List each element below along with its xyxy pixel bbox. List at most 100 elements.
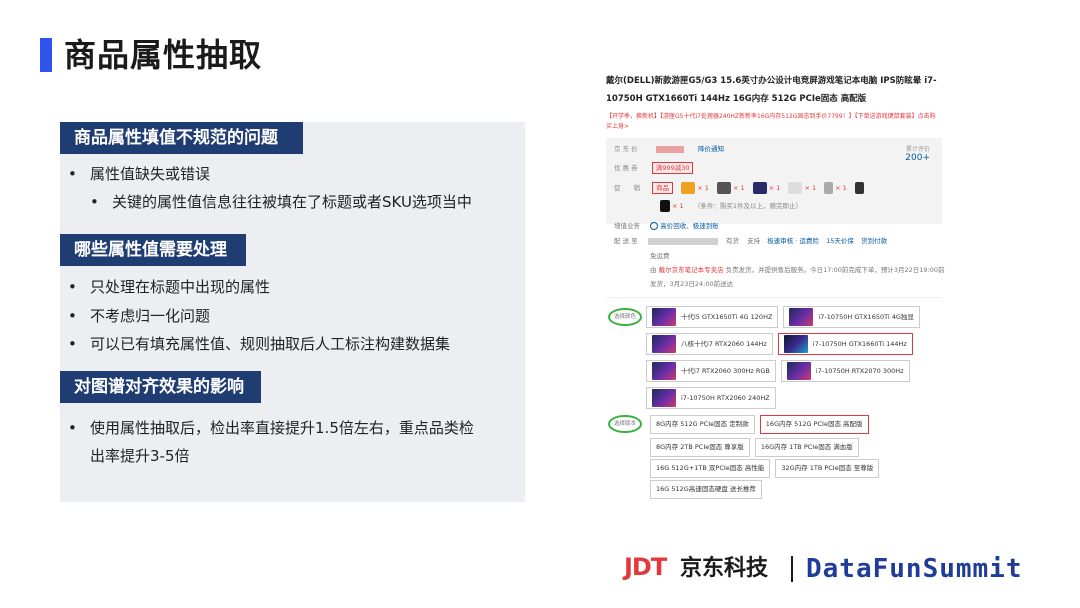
laptop-thumbnail [783, 335, 808, 353]
gift-row-2: × 1 （条件：购买1件及以上，赠完即止） [660, 200, 802, 212]
bullet-dot: • [90, 193, 99, 211]
color-option[interactable]: 十代i5 GTX1650Ti 4G 120HZ [646, 306, 779, 328]
sub-bullet-item: • 关键的属性值信息往往被填在了标题或者SKU选项当中 [90, 191, 472, 213]
delivery-link[interactable]: 15天价保 [826, 237, 854, 245]
gift-row: 促 销 商品 × 1 × 1 × 1 × 1 × 1 [614, 182, 866, 194]
option-label: i7-10750H RTX2060 240HZ [681, 394, 770, 402]
version-option-selected[interactable]: 16G内存 512G PCIe固态 高配版 [759, 415, 869, 434]
color-option-selected[interactable]: i7-10750H GTX1660Ti 144Hz [777, 333, 913, 355]
rating-value[interactable]: 200+ [905, 153, 930, 163]
color-option[interactable]: 八核十代i7 RTX2060 144Hz [646, 333, 773, 355]
version-option[interactable]: 8G内存 2TB PCIe固态 尊享版 [650, 438, 750, 457]
color-options-row: i7-10750H RTX2060 240HZ [646, 387, 776, 409]
address-selector[interactable] [647, 237, 718, 245]
divider [606, 297, 942, 298]
color-option[interactable]: i7-10750H GTX1650Ti 4G独显 [783, 306, 920, 328]
service-icon [650, 222, 659, 230]
option-label: i7-10750H RTX2070 300Hz [815, 367, 904, 375]
bullet-dot: • [68, 165, 77, 183]
datafunsummit-logo: DataFunSummit [806, 554, 1023, 584]
price-notice-link[interactable]: 降价通知 [698, 145, 724, 153]
version-options-row: 16G 512G高速固态硬盘 送长推荐 [650, 480, 762, 499]
color-oval-highlight: 选择颜色 [608, 308, 642, 326]
slide-title: 商品属性抽取 [64, 36, 263, 74]
color-option[interactable]: i7-10750H RTX2060 240HZ [646, 387, 776, 409]
service-row: 增值业务 高价回收、极速到账 [614, 220, 719, 232]
laptop-thumbnail [652, 389, 676, 407]
coupon-label: 优 惠 券 [614, 164, 638, 172]
jdt-logo: JDT [624, 553, 667, 581]
bullet-text: 属性值缺失或错误 [90, 165, 211, 183]
shipping-info: 由 戴尔京东笔记本专卖店 负责发货，并提供售后服务。今日17:00前完成下单，预… [650, 263, 945, 291]
gift-count: × 1 [835, 184, 847, 192]
version-option[interactable]: 32G内存 1TB PCIe固态 至尊版 [775, 459, 880, 478]
bullet-item: • 使用属性抽取后，检出率直接提升1.5倍左右，重点品类检出率提升3-5倍 [68, 414, 488, 470]
bullet-item: • 属性值缺失或错误 [68, 163, 210, 185]
gift-count: × 1 [697, 184, 709, 192]
color-option[interactable]: i7-10750H RTX2070 300Hz [780, 360, 910, 382]
delivery-link[interactable]: 运费险 [800, 237, 820, 245]
price-blurred [655, 145, 684, 153]
logo-divider [791, 556, 793, 582]
version-option[interactable]: 16G 512G高速固态硬盘 送长推荐 [650, 480, 762, 499]
price-box: 京 东 价 降价通知 累计评价 200+ 优 惠 券 满999减30 促 销 商… [606, 138, 942, 224]
price-label: 京 东 价 [614, 145, 638, 153]
bullet-dot: • [68, 278, 77, 296]
bullet-text: 只处理在标题中出现的属性 [90, 278, 271, 296]
color-options-row: 八核十代i7 RTX2060 144Hz i7-10750H GTX1660Ti… [646, 333, 913, 355]
laptop-thumbnail [652, 308, 676, 326]
shop-link[interactable]: 戴尔京东笔记本专卖店 [659, 266, 724, 274]
version-options-row: 8G内存 512G PCIe固态 定制款 16G内存 512G PCIe固态 高… [650, 415, 869, 434]
product-page-screenshot: 戴尔(DELL)新款游匣G5/G3 15.6英寸办公设计电竞屏游戏笔记本电脑 I… [606, 72, 948, 507]
version-option[interactable]: 16G内存 1TB PCIe固态 满血版 [754, 438, 859, 457]
version-options-row: 8G内存 2TB PCIe固态 尊享版 16G内存 1TB PCIe固态 满血版 [650, 438, 859, 457]
rating-label: 累计评价 [905, 146, 930, 153]
color-option[interactable]: 十代i7 RTX2060 300Hz RGB [646, 360, 776, 382]
bullet-item: • 只处理在标题中出现的属性 [68, 276, 270, 298]
color-options-row: 十代i5 GTX1650Ti 4G 120HZ i7-10750H GTX165… [646, 306, 920, 328]
option-label: 十代i5 GTX1650Ti 4G 120HZ [681, 313, 773, 321]
gift-count: × 1 [768, 184, 781, 192]
laptop-thumbnail [789, 308, 814, 326]
version-option[interactable]: 8G内存 512G PCIe固态 定制款 [650, 415, 755, 434]
bullet-dot: • [68, 307, 77, 325]
version-option[interactable]: 16G 512G+1TB 双PCIe固态 高性能 [650, 459, 771, 478]
gift-icon[interactable] [681, 182, 696, 194]
version-oval-highlight: 选择版本 [608, 415, 642, 433]
shipping-free: 免运费 [650, 252, 670, 260]
shipping-text: 由 [650, 266, 657, 274]
laptop-thumbnail [652, 362, 676, 380]
bullet-text: 使用属性抽取后，检出率直接提升1.5倍左右，重点品类检出率提升3-5倍 [90, 419, 474, 465]
gift-icon[interactable] [716, 182, 731, 194]
delivery-link[interactable]: 货到付款 [861, 237, 887, 245]
coupon-badge[interactable]: 满999减30 [651, 162, 694, 174]
service-label: 增值业务 [614, 222, 640, 230]
section-header-1: 商品属性填值不规范的问题 [60, 122, 303, 154]
gift-count: × 1 [804, 184, 817, 192]
product-promo: 【开学季，换新机】【游匣G5十代i7处理器240HZ新新率16G内存512G固态… [606, 113, 936, 130]
price-row: 京 东 价 降价通知 [614, 143, 724, 155]
section-header-3: 对图谱对齐效果的影响 [60, 371, 261, 403]
gift-icon[interactable] [824, 182, 834, 194]
bullet-text: 可以已有填充属性值、规则抽取后人工标注构建数据集 [90, 335, 451, 353]
service-value[interactable]: 高价回收、极速到账 [660, 222, 719, 230]
support-label: 支持 [747, 237, 761, 245]
laptop-thumbnail [786, 362, 811, 380]
gift-count: × 1 [672, 202, 684, 210]
gift-icon[interactable] [788, 182, 803, 194]
product-title: 戴尔(DELL)新款游匣G5/G3 15.6英寸办公设计电竞屏游戏笔记本电脑 I… [606, 76, 937, 104]
delivery-separator: · [795, 237, 798, 245]
delivery-row: 配 送 至 有货 支持 极速审核 · 运费险 15天价保 货到付款 [614, 235, 887, 247]
version-options-row: 16G 512G+1TB 双PCIe固态 高性能 32G内存 1TB PCIe固… [650, 459, 880, 478]
delivery-link[interactable]: 极速审核 [767, 237, 793, 245]
bullet-dot: • [68, 335, 77, 353]
title-accent-bar [40, 38, 52, 72]
option-label: 十代i7 RTX2060 300Hz RGB [681, 367, 770, 375]
option-label: 八核十代i7 RTX2060 144Hz [681, 340, 767, 348]
option-label: i7-10750H GTX1660Ti 144Hz [812, 340, 907, 348]
bullet-text: 关键的属性值信息往往被填在了标题或者SKU选项当中 [112, 193, 472, 211]
gift-icon[interactable] [660, 200, 670, 212]
gift-icon[interactable] [752, 182, 767, 194]
section-header-2: 哪些属性值需要处理 [60, 234, 246, 266]
gift-icon[interactable] [854, 182, 864, 194]
